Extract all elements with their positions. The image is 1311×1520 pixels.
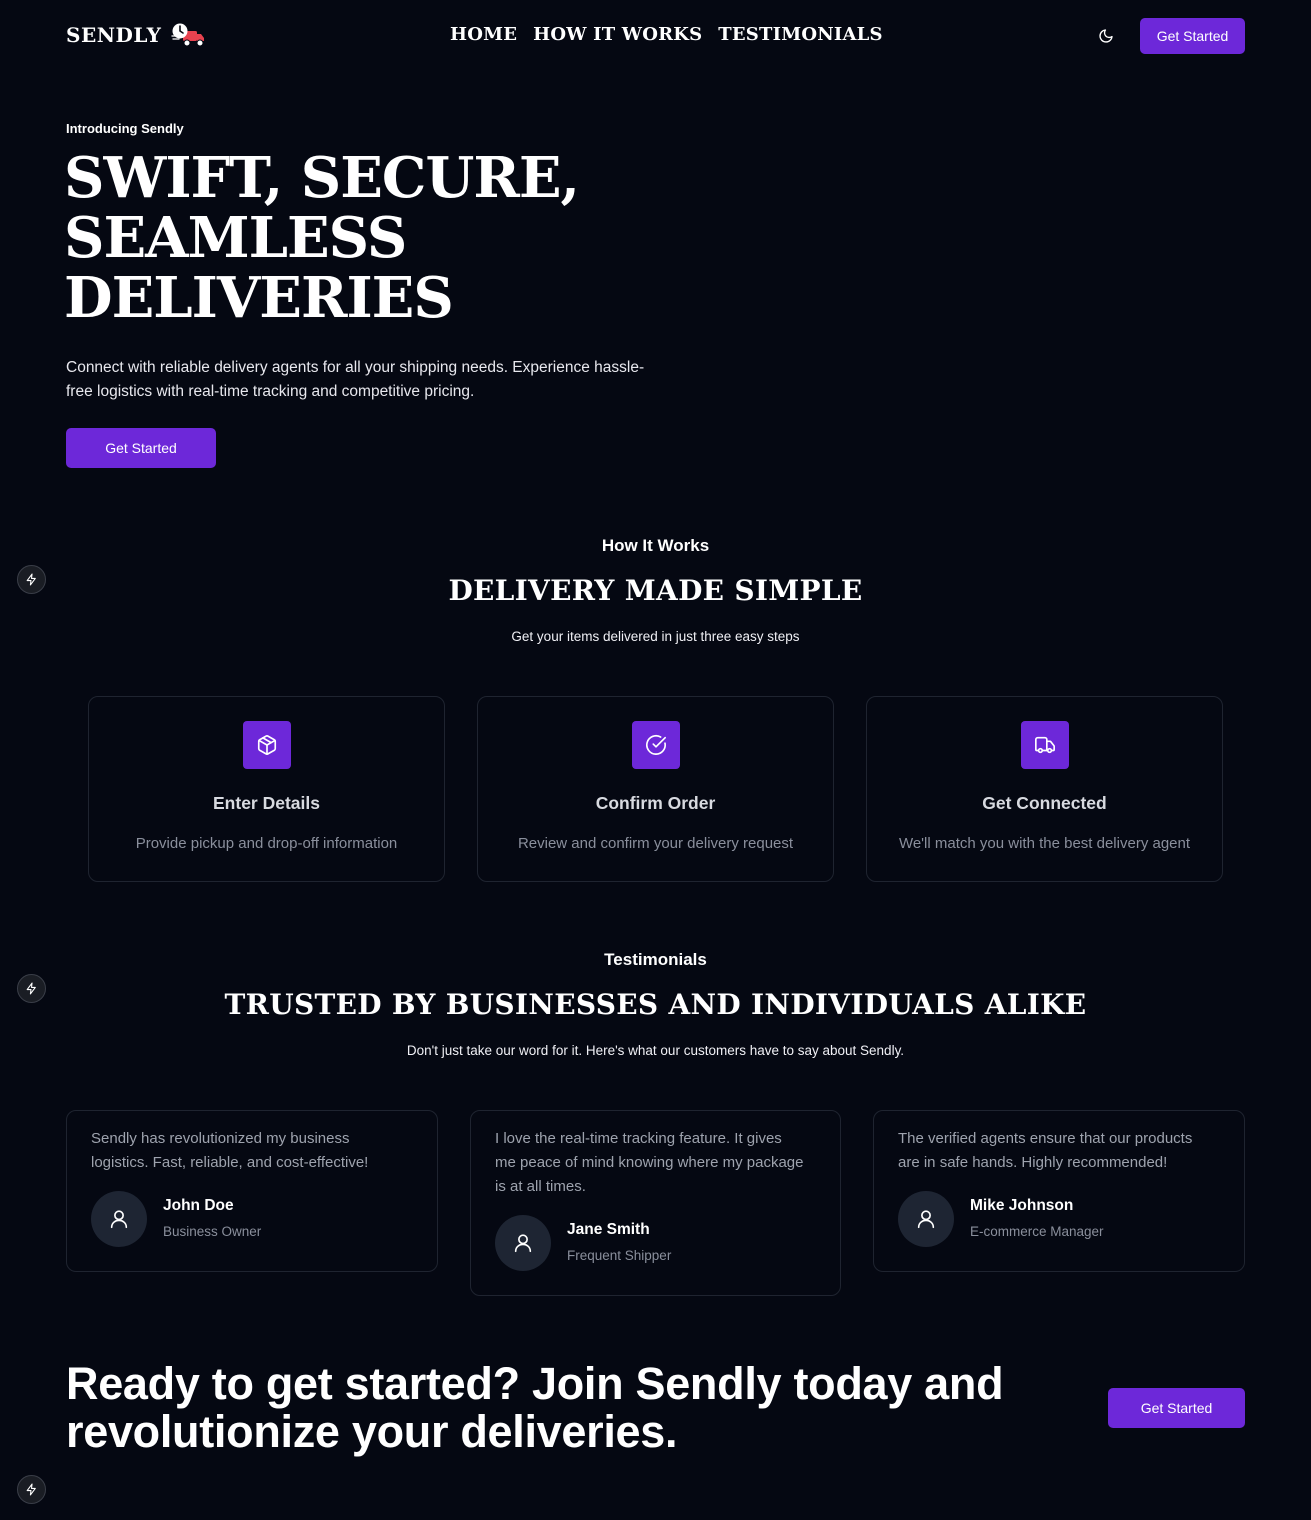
step-card: Enter Details Provide pickup and drop-of… (88, 696, 445, 882)
nav-get-started-button[interactable]: Get Started (1140, 18, 1245, 54)
how-it-works-subtitle: Get your items delivered in just three e… (511, 629, 800, 644)
step-title: Enter Details (213, 793, 320, 813)
user-icon (110, 1210, 128, 1229)
testimonial-quote: I love the real-time tracking feature. I… (495, 1130, 804, 1195)
testimonial-card: Sendly has revolutionized my business lo… (66, 1110, 438, 1272)
lightning-icon (26, 573, 36, 586)
step-icon-box (1021, 721, 1069, 769)
truck-icon (1035, 736, 1055, 754)
hero-title-line: SWIFT, SECURE, (64, 145, 580, 211)
testimonials-title: TRUSTED BY BUSINESSES AND INDIVIDUALS AL… (224, 988, 1087, 1021)
testimonial-quote: Sendly has revolutionized my business lo… (91, 1130, 369, 1171)
moon-icon (1099, 29, 1113, 43)
avatar (495, 1215, 551, 1271)
hero-title-line: DELIVERIES (64, 265, 454, 331)
testimonial-role: Business Owner (163, 1224, 262, 1239)
dev-tools-badge[interactable] (17, 1475, 46, 1504)
step-description: Provide pickup and drop-off information (135, 835, 398, 852)
step-card: Get Connected We'll match you with the b… (866, 696, 1223, 882)
testimonial-name: Jane Smith (567, 1221, 650, 1238)
step-title: Confirm Order (595, 793, 716, 813)
testimonials-eyebrow: Testimonials (604, 950, 707, 969)
theme-toggle-button[interactable] (1096, 26, 1116, 46)
main-nav: HOME HOW IT WORKS TESTIMONIALS (450, 24, 883, 45)
testimonial-role: E-commerce Manager (970, 1224, 1104, 1239)
lightning-icon (26, 1483, 36, 1496)
step-icon-box (243, 721, 291, 769)
top-nav: SENDLY HOME HOW IT WORKS TESTIMONIALS Ge… (0, 0, 1311, 72)
dev-tools-badge[interactable] (17, 565, 46, 594)
dev-tools-badge[interactable] (17, 974, 46, 1003)
brand-name: SENDLY (66, 23, 162, 47)
nav-link-how-it-works[interactable]: HOW IT WORKS (533, 24, 702, 45)
avatar (91, 1191, 147, 1247)
nav-link-home[interactable]: HOME (450, 24, 517, 45)
testimonial-card: The verified agents ensure that our prod… (873, 1110, 1245, 1272)
testimonial-quote: The verified agents ensure that our prod… (898, 1130, 1193, 1171)
user-icon (514, 1234, 532, 1253)
hero-eyebrow: Introducing Sendly (66, 121, 184, 136)
brand-logo[interactable]: SENDLY (66, 22, 205, 48)
testimonial-name: John Doe (163, 1197, 234, 1214)
lightning-icon (26, 982, 36, 995)
delivery-truck-icon (171, 23, 205, 47)
hero-get-started-button[interactable]: Get Started (66, 428, 216, 468)
hero-description: Connect with reliable delivery agents fo… (66, 359, 645, 400)
testimonial-card: I love the real-time tracking feature. I… (470, 1110, 841, 1296)
step-icon-box (632, 721, 680, 769)
cta-get-started-button[interactable]: Get Started (1108, 1388, 1245, 1428)
user-icon (917, 1210, 935, 1229)
testimonial-role: Frequent Shipper (567, 1248, 672, 1263)
package-icon (257, 735, 277, 755)
check-circle-icon (646, 734, 666, 755)
avatar (898, 1191, 954, 1247)
how-it-works-title: DELIVERY MADE SIMPLE (448, 574, 863, 607)
cta-title: Ready to get started? Join Sendly today … (66, 1358, 1004, 1457)
step-card: Confirm Order Review and confirm your de… (477, 696, 834, 882)
hero-title-line: SEAMLESS (64, 205, 407, 271)
step-description: We'll match you with the best delivery a… (898, 835, 1191, 852)
testimonials-subtitle: Don't just take our word for it. Here's … (406, 1043, 905, 1058)
testimonial-name: Mike Johnson (970, 1197, 1074, 1214)
step-title: Get Connected (982, 793, 1107, 813)
hero-title: SWIFT, SECURE, SEAMLESS DELIVERIES (64, 148, 684, 328)
nav-link-testimonials[interactable]: TESTIMONIALS (718, 24, 882, 45)
step-description: Review and confirm your delivery request (517, 835, 794, 852)
how-it-works-eyebrow: How It Works (601, 536, 710, 555)
